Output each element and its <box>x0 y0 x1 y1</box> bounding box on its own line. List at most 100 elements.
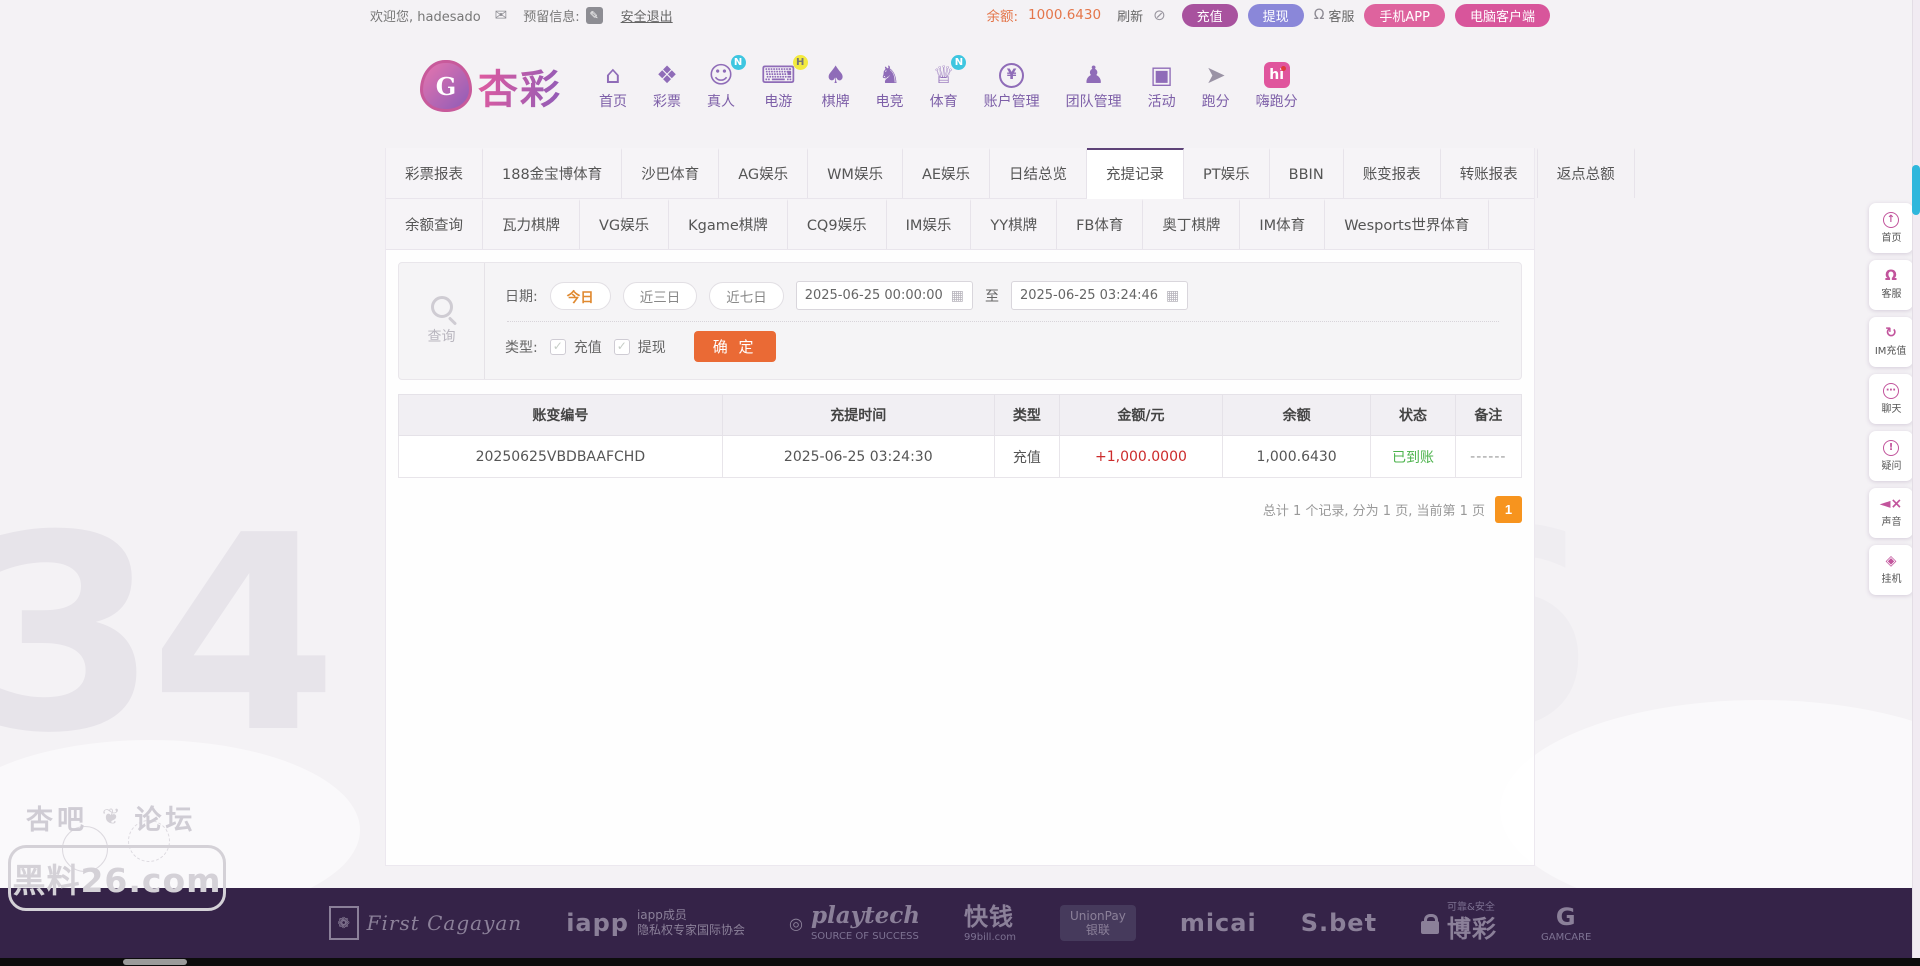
rail-chat-button[interactable]: ⋯ 聊天 <box>1869 374 1913 424</box>
esports-icon: ♞ <box>878 60 901 89</box>
rail-sound-button[interactable]: ◄× 声音 <box>1869 488 1913 538</box>
nav-item-hi-paofen[interactable]: hi 嗨跑分 <box>1247 61 1307 111</box>
horizontal-scrollbar-track[interactable] <box>0 958 1920 966</box>
tab-fb-sports[interactable]: FB体育 <box>1057 199 1144 249</box>
footer: ❁ First Cagayan iapp iapp成员 隐私权专家国际协会 ◎ … <box>0 888 1920 958</box>
tab-im[interactable]: IM娱乐 <box>887 199 972 249</box>
tab-im-sports[interactable]: IM体育 <box>1240 199 1326 249</box>
quick-3days-button[interactable]: 近三日 <box>622 281 698 310</box>
brand-logo[interactable]: G 杏彩 <box>420 57 562 115</box>
gem-icon: ◈ <box>1885 553 1897 569</box>
date-to-field[interactable]: ▦ <box>1010 281 1189 310</box>
tab-wesports[interactable]: Wesports世界体育 <box>1325 199 1490 249</box>
tab-wali-cards[interactable]: 瓦力棋牌 <box>483 199 580 249</box>
deposit-button[interactable]: 充值 <box>1181 3 1238 27</box>
nav-item-lottery[interactable]: ❖ 彩票 <box>644 62 690 111</box>
rail-home-button[interactable]: ↑ 首页 <box>1869 203 1913 253</box>
table-row: 20250625VBDBAAFCHD 2025-06-25 03:24:30 充… <box>398 435 1523 478</box>
logo-sbet: S.bet <box>1300 909 1378 937</box>
nav-item-team[interactable]: ♟ 团队管理 <box>1057 62 1131 111</box>
reserved-info-label: 预留信息: <box>523 9 580 25</box>
cell-balance: 1,000.6430 <box>1221 435 1372 478</box>
tab-lottery-report[interactable]: 彩票报表 <box>386 148 483 198</box>
main-panel: 彩票报表 188金宝博体育 沙巴体育 AG娱乐 WM娱乐 AE娱乐 日结总览 充… <box>385 148 1635 866</box>
nav-item-live[interactable]: ☺ N 真人 <box>698 54 746 111</box>
nav-item-cards[interactable]: ♠ 棋牌 <box>813 62 859 111</box>
watermark-site-box: 黑料26.com <box>8 845 226 911</box>
date-label: 日期: <box>505 288 538 305</box>
records-table: 账变编号 充提时间 类型 金额/元 余额 状态 备注 20250625VBDBA… <box>398 394 1523 478</box>
tab-saba-sports[interactable]: 沙巴体育 <box>622 148 720 198</box>
nav-item-promo[interactable]: ▣ 活动 <box>1139 62 1185 111</box>
deposit-checkbox[interactable] <box>549 338 566 355</box>
nav-item-account[interactable]: ¥ 账户管理 <box>975 62 1049 111</box>
horizontal-scrollbar-thumb[interactable] <box>123 959 187 965</box>
tab-188-sports[interactable]: 188金宝博体育 <box>483 148 623 198</box>
col-header-time: 充提时间 <box>721 394 995 436</box>
refresh-link[interactable]: 刷新 <box>1117 6 1143 25</box>
lottery-ticket-icon: ❖ <box>656 60 678 89</box>
tab-transfer-report[interactable]: 转账报表 <box>1441 148 1538 198</box>
rail-im-recharge-button[interactable]: ↻ IM充值 <box>1869 317 1913 367</box>
nav-item-sports[interactable]: ♕ N 体育 <box>921 54 967 111</box>
coin-icon: ¥ <box>999 62 1025 88</box>
tab-rebate-total[interactable]: 返点总额 <box>1538 148 1635 198</box>
rail-question-button[interactable]: ! 疑问 <box>1869 431 1913 481</box>
trophy-icon: ♕ N <box>933 54 967 88</box>
col-header-id: 账变编号 <box>398 394 723 436</box>
filter-panel: 查询 日期: 今日 近三日 近七日 ▦ 至 ▦ 类型: <box>398 262 1522 380</box>
tab-wm[interactable]: WM娱乐 <box>808 148 903 198</box>
confirm-button[interactable]: 确 定 <box>693 331 776 362</box>
hot-badge: H <box>792 54 808 70</box>
date-from-input[interactable] <box>804 288 943 303</box>
exclamation-icon: ! <box>1883 439 1899 456</box>
hi-logo-icon: hi <box>1263 61 1290 88</box>
mobile-app-button[interactable]: 手机APP <box>1364 3 1445 27</box>
up-arrow-icon: ↑ <box>1883 211 1899 228</box>
col-header-status: 状态 <box>1370 394 1456 436</box>
logo-playtech: ◎ playtech SOURCE OF SUCCESS <box>788 902 921 943</box>
tab-ag[interactable]: AG娱乐 <box>719 148 809 198</box>
nav-item-esports[interactable]: ♞ 电竞 <box>867 62 913 111</box>
calendar-icon[interactable]: ▦ <box>1166 288 1179 304</box>
edit-icon[interactable]: ✎ <box>585 6 603 24</box>
rail-idle-button[interactable]: ◈ 挂机 <box>1869 545 1913 595</box>
logo-gamcare: G GAMCARE <box>1541 902 1592 943</box>
tab-account-change-report[interactable]: 账变报表 <box>1344 148 1441 198</box>
nav-item-paofen[interactable]: ➤ 跑分 <box>1193 62 1239 111</box>
tab-cq9[interactable]: CQ9娱乐 <box>788 199 887 249</box>
logout-link[interactable]: 安全退出 <box>621 6 673 25</box>
pc-client-button[interactable]: 电脑客户端 <box>1454 3 1550 27</box>
quick-7days-button[interactable]: 近七日 <box>709 281 784 310</box>
query-label: 查询 <box>427 329 456 345</box>
tab-daily-summary[interactable]: 日结总览 <box>990 148 1088 198</box>
playtech-mark-icon: ◎ <box>788 913 803 933</box>
eye-off-icon[interactable]: ⊘ <box>1153 6 1166 24</box>
tab-balance-query[interactable]: 余额查询 <box>386 199 483 249</box>
tab-vg[interactable]: VG娱乐 <box>580 199 670 249</box>
date-from-field[interactable]: ▦ <box>795 281 973 310</box>
mail-icon[interactable]: ✉ <box>495 6 508 24</box>
watermark-right-text: 论坛 <box>134 805 197 836</box>
nav-item-home[interactable]: ⌂ 首页 <box>590 62 636 111</box>
customer-service-link[interactable]: Ω 客服 <box>1314 6 1355 25</box>
new-badge: N <box>730 54 746 70</box>
tab-aoding-cards[interactable]: 奥丁棋牌 <box>1143 199 1241 249</box>
tab-pt[interactable]: PT娱乐 <box>1184 148 1270 198</box>
tab-kgame[interactable]: Kgame棋牌 <box>669 199 788 249</box>
tab-deposit-withdraw-records[interactable]: 充提记录 <box>1087 148 1185 199</box>
type-filter-row: 类型: 充值 提现 确 定 <box>505 322 1501 372</box>
rail-service-button[interactable]: Ω 客服 <box>1869 260 1913 310</box>
withdraw-checkbox[interactable] <box>613 338 630 355</box>
date-to-input[interactable] <box>1019 288 1158 303</box>
vertical-scrollbar-thumb[interactable] <box>1912 165 1920 215</box>
vertical-scrollbar-track[interactable] <box>1912 0 1920 958</box>
tab-yy-cards[interactable]: YY棋牌 <box>971 199 1058 249</box>
withdraw-button[interactable]: 提现 <box>1247 3 1304 27</box>
tab-bbin[interactable]: BBIN <box>1270 148 1344 198</box>
calendar-icon[interactable]: ▦ <box>951 288 964 304</box>
nav-item-egames[interactable]: ⌨ H 电游 <box>752 54 808 111</box>
page-1-button[interactable]: 1 <box>1495 496 1522 523</box>
tab-ae[interactable]: AE娱乐 <box>903 148 991 198</box>
quick-today-button[interactable]: 今日 <box>549 281 611 310</box>
